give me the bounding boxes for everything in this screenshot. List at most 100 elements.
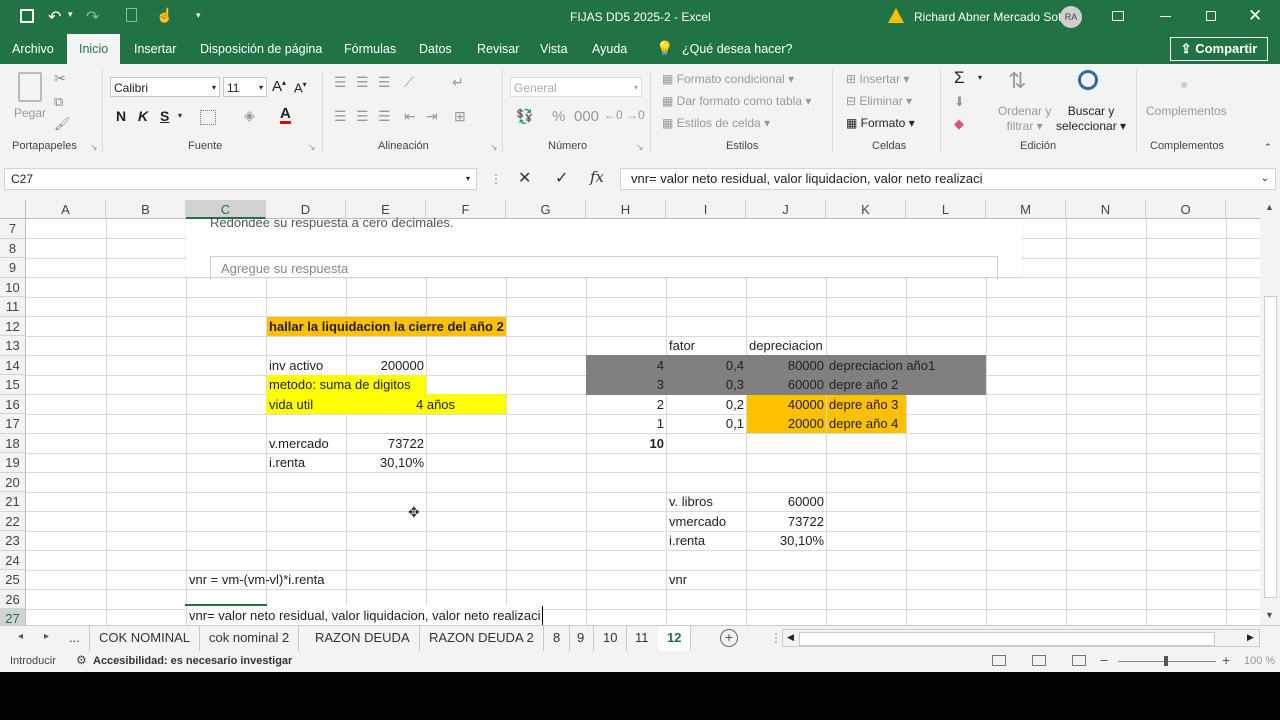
addins-button[interactable]: Complementos — [1146, 104, 1227, 118]
tab-vista[interactable]: Vista — [528, 34, 580, 64]
worksheet-grid[interactable]: A B C D E F G H I J K L M N O 7 8 9 10 1… — [0, 200, 1260, 625]
cell-j14[interactable]: 80000 — [746, 356, 826, 375]
tab-formulas[interactable]: Fórmulas — [332, 34, 408, 64]
col-header-m[interactable]: M — [986, 200, 1066, 219]
insert-cells-button[interactable]: ⊞ Insertar ▾ — [846, 72, 909, 86]
add-sheet-icon[interactable]: + — [720, 629, 738, 647]
col-header-a[interactable]: A — [26, 200, 106, 219]
confirm-entry-icon[interactable]: ✓ — [555, 168, 568, 188]
restore-icon[interactable] — [1206, 11, 1216, 21]
sheet-tab-razon-deuda[interactable]: RAZON DEUDA — [306, 626, 420, 651]
share-button[interactable]: ⇪ Compartir — [1170, 37, 1268, 61]
col-header-o[interactable]: O — [1146, 200, 1226, 219]
font-color-icon[interactable]: A — [280, 106, 291, 124]
row-header[interactable]: 20 — [0, 472, 26, 492]
row-header[interactable]: 24 — [0, 550, 26, 570]
row-header[interactable]: 7 — [0, 219, 26, 239]
col-header-k[interactable]: K — [826, 200, 906, 219]
autosum-icon[interactable]: Σ — [954, 68, 965, 88]
sheet-tab-more[interactable]: ... — [60, 626, 90, 651]
autosum-dropdown-icon[interactable]: ▾ — [978, 73, 982, 82]
insert-function-icon[interactable]: fx — [590, 168, 604, 186]
cell-i22[interactable]: vmercado — [667, 512, 728, 531]
cell-k16[interactable]: depre año 3 — [827, 394, 906, 414]
vertical-scrollbar[interactable]: ▲ ▼ — [1260, 200, 1280, 625]
cancel-entry-icon[interactable]: ✕ — [518, 168, 531, 188]
font-size-combo[interactable]: 11 ▾ — [223, 77, 267, 97]
select-all-corner[interactable] — [0, 200, 26, 219]
tab-revisar[interactable]: Revisar — [465, 34, 531, 64]
underline-button[interactable]: S — [160, 108, 169, 124]
sheet-tab-9[interactable]: 9 — [568, 626, 595, 651]
col-header-g[interactable]: G — [506, 200, 586, 219]
cell-c27-editing[interactable]: vnr= valor neto residual, valor liquidac… — [187, 606, 543, 625]
next-sheet-icon[interactable]: ▸ — [44, 631, 49, 642]
align-right-icon[interactable]: ☰ — [378, 108, 391, 125]
cell-i23[interactable]: i.renta — [667, 531, 707, 550]
cell-i17[interactable]: 0,1 — [666, 414, 746, 433]
find-select-button[interactable]: Buscar y seleccionar ▾ — [1056, 104, 1126, 134]
cell-e19[interactable]: 30,10% — [346, 453, 426, 472]
row-header[interactable]: 19 — [0, 453, 26, 473]
cell-h18[interactable]: 10 — [586, 434, 666, 453]
cell-i15[interactable]: 0,3 — [666, 375, 746, 394]
cell-h15[interactable]: 3 — [586, 375, 666, 394]
italic-button[interactable]: K — [138, 108, 148, 124]
row-header[interactable]: 23 — [0, 531, 26, 551]
scroll-right-icon[interactable]: ▶ — [1247, 632, 1254, 643]
sort-filter-button[interactable]: Ordenar y filtrar ▾ — [998, 104, 1051, 134]
row-header[interactable]: 17 — [0, 414, 26, 434]
clipboard-launcher-icon[interactable]: ↘ — [90, 142, 98, 153]
row-header[interactable]: 22 — [0, 511, 26, 531]
decrease-decimal-icon[interactable]: →0 — [626, 108, 645, 122]
sheet-tab-8[interactable]: 8 — [544, 626, 571, 651]
cell-h14[interactable]: 4 — [586, 356, 666, 375]
row-header[interactable]: 13 — [0, 336, 26, 356]
cell-k17[interactable]: depre año 4 — [827, 414, 906, 433]
new-file-icon[interactable] — [126, 8, 137, 22]
fill-color-icon[interactable]: ◈ — [244, 107, 255, 124]
row-header[interactable]: 18 — [0, 433, 26, 453]
cond-format-button[interactable]: ▦ Formato condicional ▾ — [662, 72, 794, 86]
cell-d18[interactable]: v.mercado — [267, 434, 331, 453]
tab-datos[interactable]: Datos — [407, 34, 464, 64]
sheet-tab-razon-deuda-2[interactable]: RAZON DEUDA 2 — [420, 626, 544, 651]
number-format-combo[interactable]: General ▾ — [510, 77, 642, 97]
grow-font-icon[interactable]: A▴ — [272, 78, 286, 95]
collapse-ribbon-icon[interactable]: ⌃ — [1264, 142, 1272, 153]
tab-ayuda[interactable]: Ayuda — [580, 34, 639, 64]
col-header-p[interactable] — [1226, 200, 1260, 219]
tab-archivo[interactable]: Archivo — [0, 34, 66, 64]
borders-icon[interactable] — [200, 110, 216, 125]
shrink-font-icon[interactable]: A▾ — [294, 80, 307, 95]
decrease-indent-icon[interactable]: ⇤ — [404, 108, 416, 125]
align-left-icon[interactable]: ☰ — [334, 108, 347, 125]
close-icon[interactable]: ✕ — [1248, 6, 1262, 26]
cell-h16[interactable]: 2 — [586, 395, 666, 414]
sort-filter-icon[interactable]: ⇅ — [1008, 68, 1026, 94]
cell-i21[interactable]: v. libros — [667, 492, 715, 511]
cell-j15[interactable]: 60000 — [746, 375, 826, 394]
cell-d14[interactable]: inv activo — [267, 356, 325, 375]
redo-icon[interactable]: ↷ — [86, 7, 99, 27]
customize-qat-icon[interactable]: ▾ — [196, 10, 201, 21]
row-header[interactable]: 25 — [0, 570, 26, 590]
paste-button[interactable]: Pegar — [14, 106, 46, 120]
row-header[interactable]: 9 — [0, 258, 26, 278]
undo-icon[interactable]: ↶ — [48, 7, 61, 27]
number-launcher-icon[interactable]: ↘ — [636, 142, 644, 153]
row-header[interactable]: 14 — [0, 355, 26, 375]
page-break-icon[interactable] — [1072, 655, 1086, 666]
sheet-tab-cok-nominal[interactable]: COK NOMINAL — [90, 626, 201, 651]
cell-i16[interactable]: 0,2 — [666, 395, 746, 414]
align-center-icon[interactable]: ☰ — [356, 108, 369, 125]
cell-j17[interactable]: 20000 — [747, 414, 826, 433]
avatar[interactable]: RA — [1060, 6, 1082, 28]
clear-icon[interactable]: ◆ — [954, 116, 964, 132]
user-name[interactable]: Richard Abner Mercado Soto — [914, 10, 1068, 24]
align-launcher-icon[interactable]: ↘ — [490, 142, 498, 153]
copy-icon[interactable]: ⧉ — [54, 94, 63, 110]
bold-button[interactable]: N — [116, 108, 126, 124]
vertical-scroll-thumb[interactable] — [1264, 296, 1277, 598]
cell-d12[interactable]: hallar la liquidacion la cierre del año … — [267, 316, 506, 336]
